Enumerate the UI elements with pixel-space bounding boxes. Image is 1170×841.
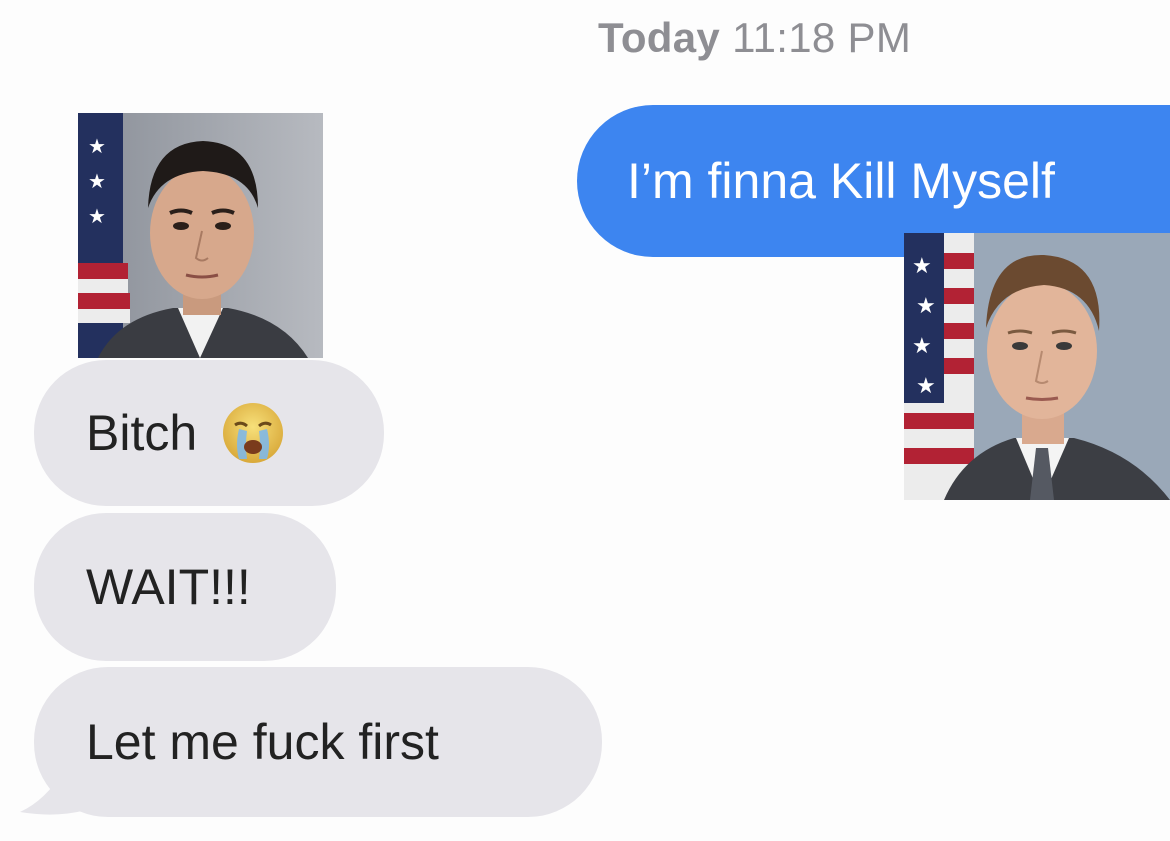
received-message-text: WAIT!!! <box>86 559 251 615</box>
svg-text:★: ★ <box>88 204 106 228</box>
svg-text:★: ★ <box>916 374 936 399</box>
svg-text:★: ★ <box>88 134 106 158</box>
message-thread: Today 11:18 PM I’m finna Kill Myself Bit… <box>0 0 1170 841</box>
timestamp-day: Today <box>598 14 721 61</box>
received-message-bubble[interactable]: WAIT!!! <box>34 513 336 661</box>
timestamp-time: 11:18 PM <box>732 14 912 61</box>
received-message-bubble[interactable]: Let me fuck first <box>34 667 602 817</box>
crying-face-emoji-icon <box>221 401 285 465</box>
portrait-photo-right: ★ ★ ★ ★ <box>904 233 1170 500</box>
received-message-text: Bitch <box>86 405 198 461</box>
svg-text:★: ★ <box>912 334 932 359</box>
svg-text:★: ★ <box>88 169 106 193</box>
bubble-tail <box>20 770 86 815</box>
svg-text:★: ★ <box>912 254 932 279</box>
svg-text:★: ★ <box>916 294 936 319</box>
received-message-bubble[interactable]: Bitch <box>34 360 384 506</box>
received-message-text: Let me fuck first <box>86 714 439 770</box>
portrait-photo-left: ★ ★ ★ <box>78 113 323 358</box>
sent-message-text: I’m finna Kill Myself <box>627 153 1055 209</box>
timestamp: Today 11:18 PM <box>598 14 911 62</box>
